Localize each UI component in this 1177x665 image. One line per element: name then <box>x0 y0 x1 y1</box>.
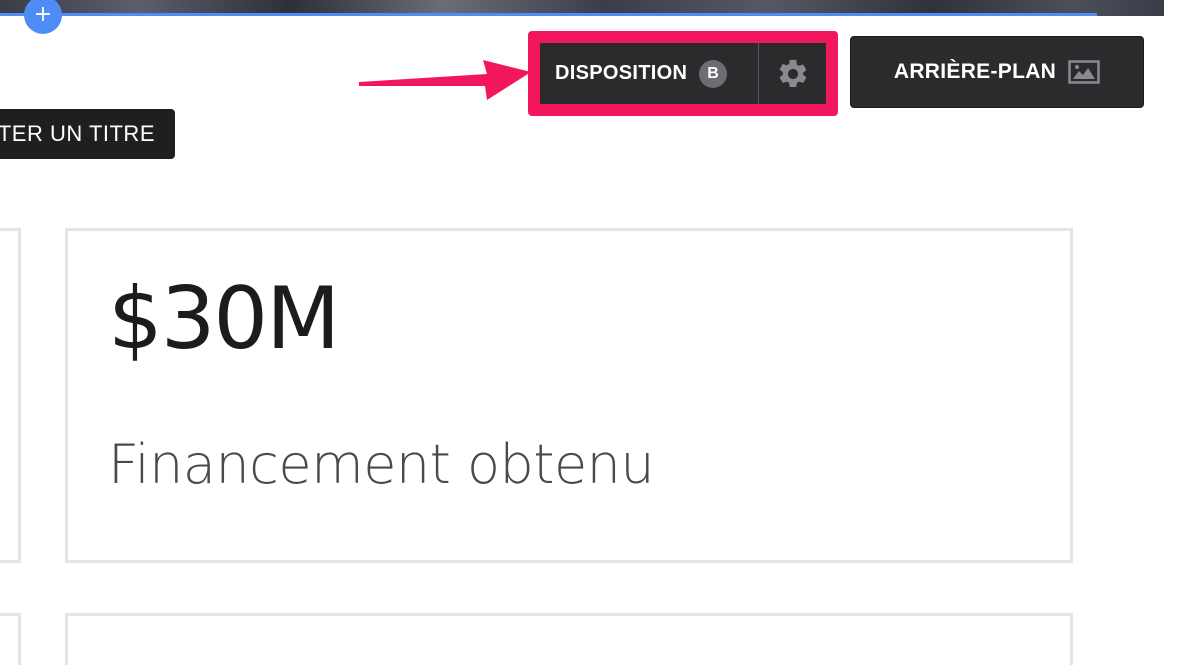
plus-icon: + <box>33 2 53 27</box>
arrow-icon <box>359 60 531 100</box>
layout-button[interactable]: DISPOSITION B <box>540 43 758 104</box>
stat-card[interactable]: $30M Financement obtenu <box>65 228 1073 563</box>
add-section-button[interactable]: + <box>24 0 62 34</box>
add-title-button[interactable]: TER UN TITRE <box>0 109 175 159</box>
layout-variant-badge: B <box>699 59 728 88</box>
gear-icon <box>779 59 806 87</box>
stat-label: Financement obtenu <box>108 433 655 496</box>
section-divider-line <box>0 13 1097 16</box>
stat-card-partial <box>0 228 21 563</box>
background-button[interactable]: ARRIÈRE-PLAN <box>850 36 1144 108</box>
stat-card[interactable] <box>65 613 1073 665</box>
layout-toolbar-group: DISPOSITION B <box>540 43 826 104</box>
layout-settings-button[interactable] <box>759 43 826 104</box>
stat-value: $30M <box>108 269 340 369</box>
stat-card-partial <box>0 613 21 665</box>
layout-button-label: DISPOSITION <box>555 62 688 84</box>
image-icon <box>1068 60 1100 84</box>
editor-canvas: + DISPOSITION B ARRIÈRE-PLAN TER UN TITR… <box>0 0 1177 665</box>
background-button-label: ARRIÈRE-PLAN <box>893 60 1057 83</box>
